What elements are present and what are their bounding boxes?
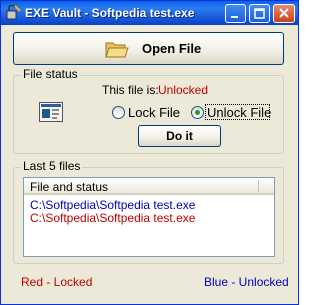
title-bar[interactable]: EXE Vault - Softpedia test.exe	[1, 1, 298, 25]
open-file-label: Open File	[142, 41, 202, 56]
last-files-group-label: Last 5 files	[21, 159, 83, 173]
file-status-group-label: File status	[21, 67, 80, 81]
list-item[interactable]: C:\Softpedia\Softpedia test.exe	[30, 211, 195, 225]
column-header-file-status: File and status	[30, 180, 109, 194]
this-file-label: This file is:	[102, 83, 159, 97]
focus-rectangle	[205, 104, 270, 120]
do-it-label: Do it	[166, 129, 193, 143]
recent-files-list[interactable]: File and status C:\Softpedia\Softpedia t…	[23, 177, 275, 257]
list-column-header[interactable]: File and status	[24, 178, 274, 195]
window-title: EXE Vault - Softpedia test.exe	[25, 6, 195, 20]
legend-locked: Red - Locked	[21, 275, 93, 289]
list-item[interactable]: C:\Softpedia\Softpedia test.exe	[30, 198, 195, 212]
maximize-button[interactable]	[249, 4, 270, 23]
app-window: EXE Vault - Softpedia test.exe Open File…	[0, 0, 299, 305]
vault-app-icon	[5, 4, 21, 21]
minimize-button[interactable]	[225, 4, 246, 23]
exe-file-icon	[39, 102, 63, 125]
do-it-button[interactable]: Do it	[138, 125, 221, 147]
open-file-button[interactable]: Open File	[13, 32, 284, 65]
column-separator[interactable]	[258, 180, 259, 192]
lock-file-radio-circle[interactable]	[112, 106, 125, 119]
radio-selected-dot	[195, 110, 200, 115]
legend-unlocked: Blue - Unlocked	[204, 275, 289, 289]
close-button[interactable]	[273, 4, 295, 23]
lock-file-label[interactable]: Lock File	[128, 105, 180, 120]
file-status-value: Unlocked	[158, 83, 209, 97]
folder-icon	[105, 39, 129, 62]
unlock-file-radio-circle[interactable]	[191, 106, 204, 119]
